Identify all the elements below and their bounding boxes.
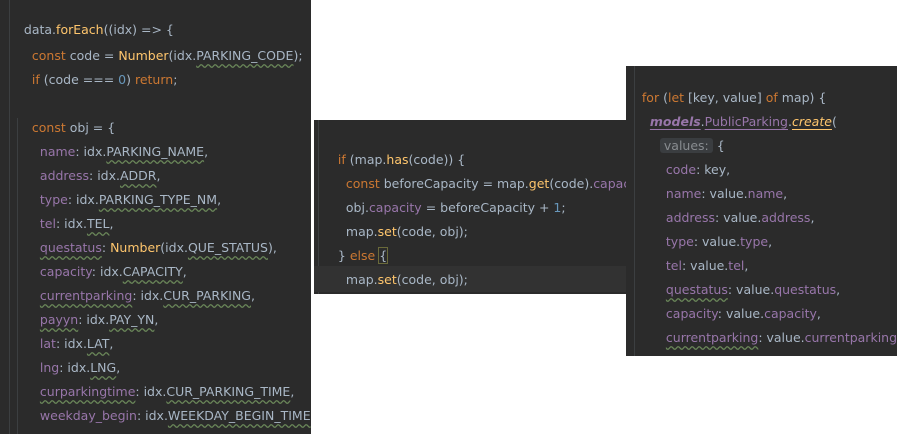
indent-guide (17, 118, 18, 434)
code-line[interactable]: capacity: value.capacity, (650, 278, 897, 321)
code-line[interactable]: name: value.name, (650, 158, 897, 201)
code-line[interactable]: const code = Number(idx.PARKING_CODE); (16, 20, 311, 63)
code-line[interactable]: for (let [key, value] of map) { (626, 66, 897, 105)
code-line[interactable]: tel: idx.TEL, (24, 188, 311, 231)
code-line[interactable]: data.forEach((idx) => { (8, 0, 311, 37)
text-caret (337, 293, 345, 294)
code-line[interactable]: map.set(code, obj); (330, 244, 626, 287)
code-line[interactable]: type: idx.PARKING_TYPE_NM, (24, 164, 311, 207)
code-line[interactable]: obj.capacity = beforeCapacity + 1; (330, 172, 626, 215)
code-pane-map-check: if (map.has(code)) { const beforeCapacit… (314, 120, 626, 294)
code-line[interactable]: code: key, (650, 134, 897, 177)
code-line[interactable]: const beforeCapacity = map.get(code).cap… (330, 148, 626, 191)
code-line[interactable]: lat: idx.LAT, (24, 308, 311, 351)
code-line[interactable]: map.set(code, obj); (330, 196, 626, 239)
code-line[interactable]: questatus: value.questatus, (650, 254, 897, 297)
code-line[interactable]: models.PublicParking.create( (634, 86, 897, 129)
code-pane-foreach: data.forEach((idx) => { const code = Num… (0, 0, 311, 434)
code-line[interactable]: weekday_end: idx.WEEKDAY_END_TIME, (24, 404, 311, 434)
code-line[interactable]: currentparking: value.currentparking, (650, 302, 897, 345)
code-line[interactable]: values: { (644, 110, 897, 153)
code-line[interactable]: if (map.has(code)) { (322, 124, 626, 167)
code-line[interactable]: type: value.type, (650, 206, 897, 249)
code-line[interactable]: weekday_begin: idx.WEEKDAY_BEGIN_TIME, (24, 380, 311, 423)
code-line[interactable]: capacity: idx.CAPACITY, (24, 236, 311, 279)
code-line[interactable]: questatus: Number(idx.QUE_STATUS), (24, 212, 311, 255)
code-pane-create: for (let [key, value] of map) { models.P… (626, 66, 897, 356)
code-line[interactable]: if (code === 0) return; (16, 44, 311, 87)
code-line[interactable]: payyn: idx.PAY_YN, (24, 284, 311, 327)
code-line[interactable]: lng: idx.LNG, (24, 332, 311, 375)
code-line[interactable]: payyn: value.payyn, (650, 326, 897, 356)
code-line[interactable]: name: idx.PARKING_NAME, (24, 116, 311, 159)
code-line[interactable]: address: value.address, (650, 182, 897, 225)
code-line[interactable]: address: idx.ADDR, (24, 140, 311, 183)
code-line[interactable]: const obj = { (16, 92, 311, 135)
code-line[interactable]: currentparking: idx.CUR_PARKING, (24, 260, 311, 303)
code-line[interactable]: curparkingtime: idx.CUR_PARKING_TIME, (24, 356, 311, 399)
code-line[interactable]: } else { (322, 220, 626, 264)
code-line-current[interactable] (322, 266, 626, 294)
code-line[interactable]: tel: value.tel, (650, 230, 897, 273)
